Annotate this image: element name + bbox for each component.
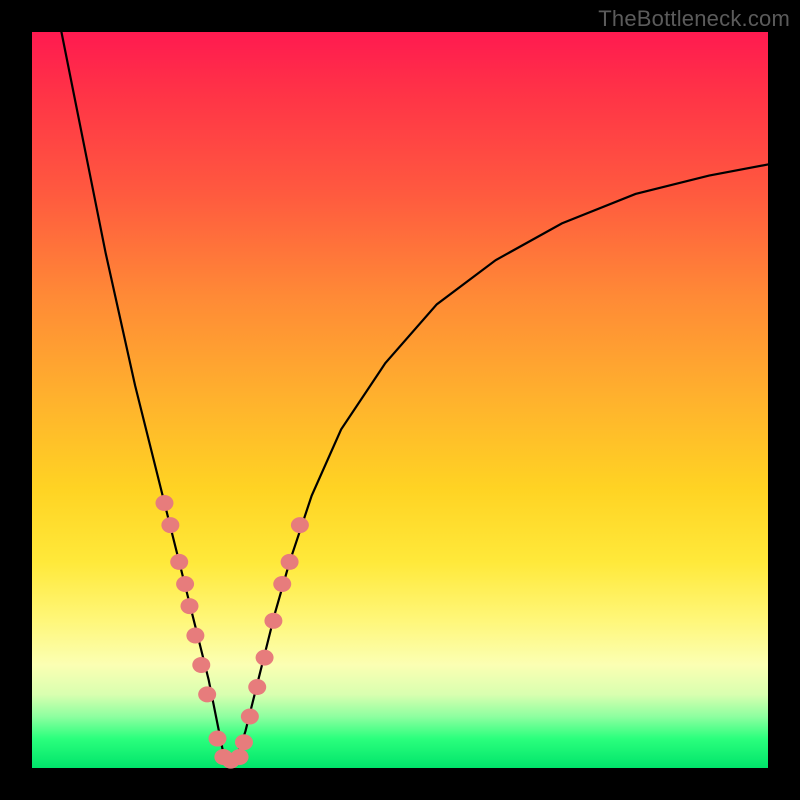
data-dot-left <box>170 554 188 570</box>
data-dot-left <box>176 576 194 592</box>
data-dot-left <box>198 686 216 702</box>
data-dot-left <box>186 628 204 644</box>
plot-area <box>32 32 768 768</box>
data-dot-right <box>248 679 266 695</box>
data-dot-floor <box>231 749 249 765</box>
data-dot-right <box>256 650 274 666</box>
chart-frame: TheBottleneck.com <box>0 0 800 800</box>
curve-left-branch <box>61 32 223 753</box>
data-dot-left <box>155 495 173 511</box>
watermark-text: TheBottleneck.com <box>598 6 790 32</box>
curve-svg <box>32 32 768 768</box>
data-dot-right <box>281 554 299 570</box>
data-dot-right <box>241 708 259 724</box>
data-dot-floor <box>235 734 253 750</box>
data-dot-left <box>161 517 179 533</box>
data-dot-right <box>291 517 309 533</box>
data-dot-right <box>273 576 291 592</box>
data-dot-right <box>264 613 282 629</box>
data-dot-left <box>181 598 199 614</box>
curve-right-branch <box>238 164 768 753</box>
data-dot-left <box>192 657 210 673</box>
data-dot-left <box>208 731 226 747</box>
